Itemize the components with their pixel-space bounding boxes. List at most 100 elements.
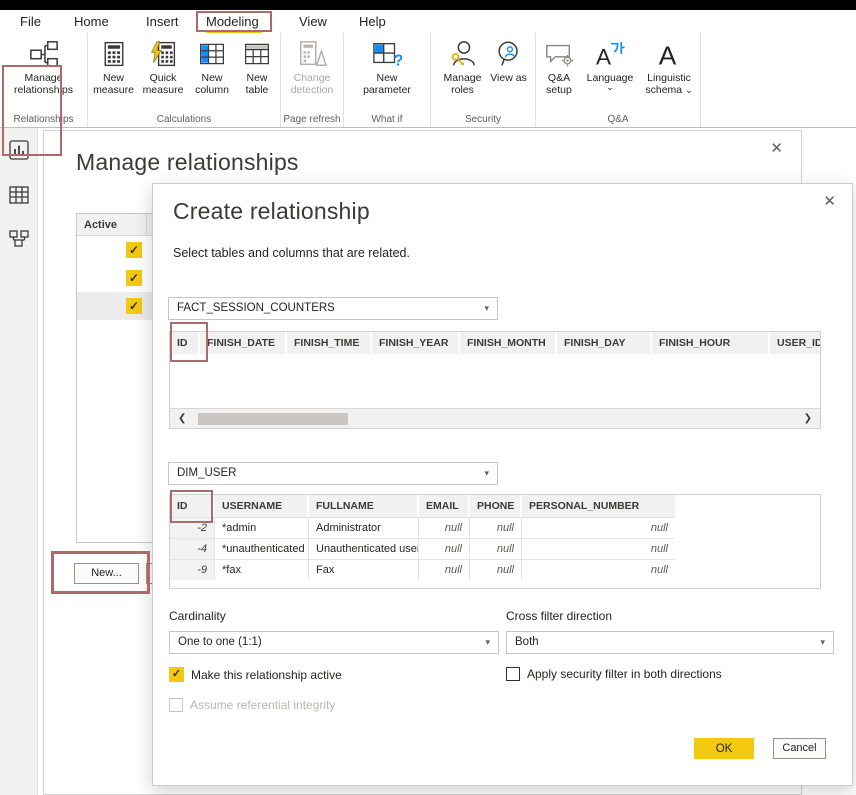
ribbon-group-what-if: ? New parameter What if <box>344 33 431 127</box>
table1-col-finish-day[interactable]: FINISH_DAY <box>557 332 652 354</box>
table1-col-finish-date[interactable]: FINISH_DATE <box>200 332 287 354</box>
table1-col-id[interactable]: ID <box>170 332 200 354</box>
svg-text:?: ? <box>394 52 402 69</box>
menu-file[interactable]: File <box>20 10 41 33</box>
table1-col-finish-month[interactable]: FINISH_MONTH <box>460 332 557 354</box>
menu-help[interactable]: Help <box>359 10 386 33</box>
table2-col-username[interactable]: USERNAME <box>215 495 309 517</box>
chevron-down-icon: ⌄ <box>685 85 693 95</box>
view-as-label: View as <box>490 72 527 84</box>
new-relationship-button[interactable]: New... <box>74 563 139 584</box>
language-icon: A <box>595 38 625 70</box>
cross-filter-value: Both <box>515 636 539 648</box>
unchecked-checkbox[interactable] <box>506 667 520 681</box>
new-measure-label: New measure <box>90 72 137 97</box>
cardinality-label: Cardinality <box>169 609 226 623</box>
scroll-left-icon[interactable]: ❮ <box>178 409 186 429</box>
manage-roles-button[interactable]: Manage roles <box>438 38 488 97</box>
table1-col-finish-time[interactable]: FINISH_TIME <box>287 332 372 354</box>
table2-col-phone[interactable]: PHONE <box>470 495 522 517</box>
ok-button[interactable]: OK <box>694 738 754 759</box>
chevron-down-icon: ⌄ <box>606 84 614 90</box>
table2-select[interactable]: DIM_USER ▾ <box>168 462 498 485</box>
checked-checkbox[interactable]: ✓ <box>169 667 184 682</box>
table2-row[interactable]: -2 *admin Administrator null null null <box>170 517 675 538</box>
cell-phone: null <box>470 560 522 580</box>
manage-relationships-button[interactable]: Manage relationships <box>7 38 81 97</box>
cell-personal-number: null <box>522 539 675 559</box>
table1-col-finish-hour[interactable]: FINISH_HOUR <box>652 332 770 354</box>
new-column-button[interactable]: New column <box>189 38 235 97</box>
table2-col-fullname[interactable]: FULLNAME <box>309 495 419 517</box>
cell-fullname: Administrator <box>309 518 419 538</box>
group-label-qa: Q&A <box>536 114 700 125</box>
cardinality-value: One to one (1:1) <box>178 636 262 648</box>
quick-measure-label: Quick measure <box>138 72 188 97</box>
report-view-icon[interactable] <box>9 140 29 160</box>
table2-col-personal-number[interactable]: PERSONAL_NUMBER <box>522 495 675 517</box>
create-relationship-dialog: ✕ Create relationship Select tables and … <box>152 183 853 786</box>
cell-personal-number: null <box>522 518 675 538</box>
cell-email: null <box>419 560 470 580</box>
ribbon-group-page-refresh: Change detection Page refresh <box>281 33 344 127</box>
table2-row[interactable]: -4 *unauthenticated Unauthenticated user… <box>170 538 675 559</box>
new-parameter-label: New parameter <box>356 72 418 97</box>
cross-filter-label: Cross filter direction <box>506 609 612 623</box>
security-filter-option[interactable]: Apply security filter in both directions <box>506 667 722 681</box>
cell-fullname: Unauthenticated user <box>309 539 419 559</box>
table2-select-value: DIM_USER <box>177 467 236 479</box>
menu-insert[interactable]: Insert <box>146 10 179 33</box>
svg-text:A: A <box>596 44 611 69</box>
data-view-icon[interactable] <box>9 185 29 205</box>
cell-username: *unauthenticated <box>215 539 309 559</box>
cancel-button[interactable]: Cancel <box>773 738 826 759</box>
cell-phone: null <box>470 539 522 559</box>
new-table-button[interactable]: New table <box>236 38 278 97</box>
manage-relationships-title: Manage relationships <box>76 149 299 176</box>
cardinality-select[interactable]: One to one (1:1) ▾ <box>169 631 499 654</box>
scroll-right-icon[interactable]: ❯ <box>804 409 812 429</box>
table2-col-id[interactable]: ID <box>170 495 215 517</box>
active-checkbox[interactable]: ✓ <box>126 242 142 258</box>
cell-personal-number: null <box>522 560 675 580</box>
cross-filter-select[interactable]: Both ▾ <box>506 631 834 654</box>
menu-view[interactable]: View <box>299 10 327 33</box>
table1-select[interactable]: FACT_SESSION_COUNTERS ▾ <box>168 297 498 320</box>
table1-horizontal-scrollbar[interactable]: ❮ ❯ <box>170 408 820 428</box>
close-icon[interactable]: ✕ <box>823 192 836 210</box>
make-active-option[interactable]: ✓ Make this relationship active <box>169 667 342 682</box>
linguistic-schema-button[interactable]: A Linguistic schema ⌄ <box>639 38 699 97</box>
table1-preview: ID FINISH_DATE FINISH_TIME FINISH_YEAR F… <box>169 331 821 429</box>
model-view-icon[interactable] <box>9 228 29 248</box>
cell-username: *fax <box>215 560 309 580</box>
calculator-icon <box>100 38 128 70</box>
table1-col-user-id[interactable]: USER_ID <box>770 332 820 354</box>
create-relationship-title: Create relationship <box>173 198 370 225</box>
table2-row[interactable]: -9 *fax Fax null null null <box>170 559 675 580</box>
active-checkbox[interactable]: ✓ <box>126 298 142 314</box>
view-as-button[interactable]: View as <box>489 38 529 84</box>
change-detection-label: Change detection <box>283 72 341 97</box>
new-measure-button[interactable]: New measure <box>90 38 137 97</box>
scrollbar-thumb[interactable] <box>198 413 348 425</box>
create-relationship-subtitle: Select tables and columns that are relat… <box>173 246 410 260</box>
language-button[interactable]: A Language ⌄ <box>582 38 638 90</box>
close-icon[interactable]: ✕ <box>770 139 783 157</box>
new-column-label: New column <box>189 72 235 97</box>
manage-relationships-label: Manage relationships <box>7 72 81 97</box>
table1-col-finish-year[interactable]: FINISH_YEAR <box>372 332 460 354</box>
svg-text:A: A <box>659 40 677 69</box>
quick-measure-button[interactable]: Quick measure <box>138 38 188 97</box>
menu-home[interactable]: Home <box>74 10 109 33</box>
group-label-security: Security <box>431 114 535 125</box>
table2-header-row: ID USERNAME FULLNAME EMAIL PHONE PERSONA… <box>170 495 675 517</box>
active-checkbox[interactable]: ✓ <box>126 270 142 286</box>
cell-id: -9 <box>170 560 215 580</box>
parameter-table-icon: ? <box>372 38 402 70</box>
table1-select-value: FACT_SESSION_COUNTERS <box>177 302 335 314</box>
powerbi-window: File Home Insert Modeling View Help Mana… <box>0 0 856 795</box>
new-parameter-button[interactable]: ? New parameter <box>356 38 418 97</box>
table2-col-email[interactable]: EMAIL <box>419 495 470 517</box>
table1-header-row: ID FINISH_DATE FINISH_TIME FINISH_YEAR F… <box>170 332 820 354</box>
qa-setup-button[interactable]: Q&A setup <box>537 38 581 97</box>
